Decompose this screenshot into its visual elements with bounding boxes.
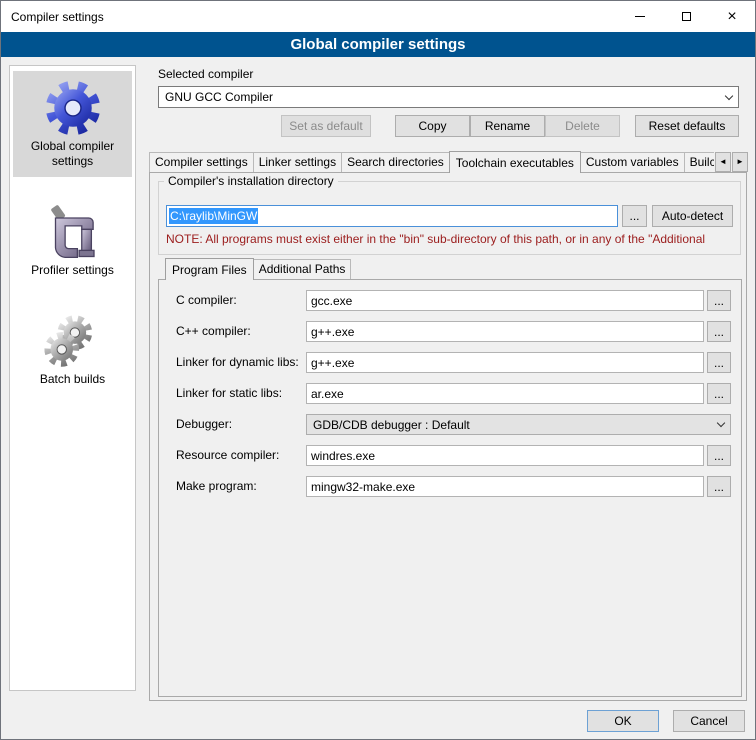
installation-directory-label: Compiler's installation directory — [164, 174, 338, 188]
maximize-button[interactable] — [663, 1, 709, 32]
page-title: Global compiler settings — [1, 32, 755, 57]
sidebar-item-label: Global compiler settings — [15, 139, 130, 169]
make-program-label: Make program: — [176, 476, 257, 497]
sidebar-item-global-compiler-settings[interactable]: Global compiler settings — [13, 71, 132, 177]
tab-scroll-right-button[interactable]: ► — [732, 152, 748, 172]
tab-builc[interactable]: Builc — [684, 152, 714, 172]
tab-compiler-settings[interactable]: Compiler settings — [149, 152, 254, 172]
maximize-icon — [682, 12, 691, 21]
selected-compiler-select[interactable]: GNU GCC Compiler — [158, 86, 739, 108]
debugger-value: GDB/CDB debugger : Default — [307, 418, 712, 432]
close-icon: × — [727, 9, 736, 25]
rename-button[interactable]: Rename — [470, 115, 545, 137]
linker-for-dynamic-libs-browse-button[interactable]: ... — [707, 352, 731, 373]
debugger-select[interactable]: GDB/CDB debugger : Default — [306, 414, 731, 435]
close-button[interactable]: × — [709, 1, 755, 32]
installation-directory-input[interactable]: C:\raylib\MinGW — [166, 205, 618, 227]
auto-detect-button[interactable]: Auto-detect — [652, 205, 733, 227]
installation-directory-browse-button[interactable]: ... — [622, 205, 647, 227]
sidebar-item-label: Profiler settings — [15, 263, 130, 278]
tab-additional-paths[interactable]: Additional Paths — [253, 259, 352, 279]
selected-compiler-label: Selected compiler — [158, 67, 253, 81]
tab-toolchain-executables[interactable]: Toolchain executables — [449, 151, 581, 173]
resource-compiler-browse-button[interactable]: ... — [707, 445, 731, 466]
linker-for-static-libs-browse-button[interactable]: ... — [707, 383, 731, 404]
cancel-button[interactable]: Cancel — [673, 710, 745, 732]
profiler-clamp-icon — [15, 201, 130, 263]
tab-scroll-left-button[interactable]: ◄ — [715, 152, 731, 172]
c-compiler-browse-button[interactable]: ... — [707, 290, 731, 311]
program-tabs: Program FilesAdditional Paths — [165, 258, 465, 280]
gears-gray-icon — [15, 310, 130, 372]
delete-button[interactable]: Delete — [545, 115, 620, 137]
window-title: Compiler settings — [1, 10, 104, 24]
linker-for-static-libs-label: Linker for static libs: — [176, 383, 282, 404]
linker-for-static-libs-input[interactable] — [306, 383, 704, 404]
c-compiler-browse-button[interactable]: ... — [707, 321, 731, 342]
sidebar-item-profiler-settings[interactable]: Profiler settings — [13, 195, 132, 286]
c-compiler-label: C compiler: — [176, 290, 237, 311]
tab-custom-variables[interactable]: Custom variables — [580, 152, 685, 172]
gear-blue-icon — [15, 77, 130, 139]
reset-defaults-button[interactable]: Reset defaults — [635, 115, 739, 137]
linker-for-dynamic-libs-label: Linker for dynamic libs: — [176, 352, 299, 373]
installation-directory-value: C:\raylib\MinGW — [169, 208, 258, 224]
debugger-label: Debugger: — [176, 414, 232, 435]
copy-button[interactable]: Copy — [395, 115, 470, 137]
minimize-icon — [635, 16, 645, 17]
titlebar[interactable]: Compiler settings × — [1, 1, 755, 32]
chevron-down-icon — [712, 423, 730, 426]
tab-scroll-left-icon: ◄ — [719, 157, 727, 166]
c-compiler-input[interactable] — [306, 321, 704, 342]
c-compiler-input[interactable] — [306, 290, 704, 311]
make-program-input[interactable] — [306, 476, 704, 497]
linker-for-dynamic-libs-input[interactable] — [306, 352, 704, 373]
ok-button[interactable]: OK — [587, 710, 659, 732]
caption-buttons: × — [617, 1, 755, 32]
main-tabs: Compiler settingsLinker settingsSearch d… — [149, 151, 714, 173]
tab-program-files[interactable]: Program Files — [165, 258, 254, 280]
chevron-down-icon — [720, 96, 738, 99]
tab-linker-settings[interactable]: Linker settings — [253, 152, 342, 172]
note-text: NOTE: All programs must exist either in … — [166, 232, 740, 246]
sidebar-item-label: Batch builds — [15, 372, 130, 387]
sidebar-item-batch-builds[interactable]: Batch builds — [13, 304, 132, 395]
selected-compiler-value: GNU GCC Compiler — [159, 90, 720, 104]
compiler-settings-window: Compiler settings × Global compiler sett… — [0, 0, 756, 740]
make-program-browse-button[interactable]: ... — [707, 476, 731, 497]
set-as-default-button[interactable]: Set as default — [281, 115, 371, 137]
resource-compiler-label: Resource compiler: — [176, 445, 279, 466]
c-compiler-label: C++ compiler: — [176, 321, 251, 342]
tab-scroll-right-icon: ► — [736, 157, 744, 166]
sidebar: Global compiler settings Profiler settin… — [9, 65, 136, 691]
minimize-button[interactable] — [617, 1, 663, 32]
resource-compiler-input[interactable] — [306, 445, 704, 466]
tab-search-directories[interactable]: Search directories — [341, 152, 450, 172]
